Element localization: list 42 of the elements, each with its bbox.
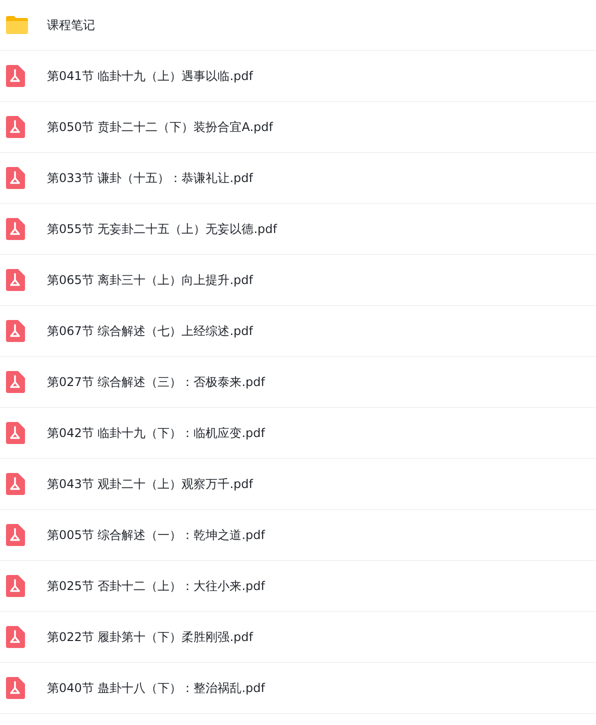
pdf-file-icon xyxy=(5,677,25,699)
pdf-file-icon xyxy=(5,218,25,240)
file-name: 第042节 临卦十九（下）：临机应变.pdf xyxy=(47,424,265,442)
pdf-file-icon xyxy=(5,167,25,189)
file-name: 第022节 履卦第十（下）柔胜刚强.pdf xyxy=(47,628,253,646)
file-row[interactable]: 第033节 谦卦（十五）：恭谦礼让.pdf xyxy=(0,153,596,204)
file-name: 课程笔记 xyxy=(47,16,95,34)
file-name: 第041节 临卦十九（上）遇事以临.pdf xyxy=(47,68,253,84)
file-name: 第050节 贲卦二十二（下）装扮合宜A.pdf xyxy=(47,118,273,136)
file-name: 第040节 蛊卦十八（下）：整治祸乱.pdf xyxy=(47,680,265,696)
pdf-file-icon xyxy=(5,422,25,444)
pdf-file-icon xyxy=(5,371,25,393)
file-row[interactable]: 第065节 离卦三十（上）向上提升.pdf xyxy=(0,255,596,306)
file-row[interactable]: 第005节 综合解述（一）：乾坤之道.pdf xyxy=(0,510,596,561)
pdf-file-icon xyxy=(5,626,25,648)
file-name: 第005节 综合解述（一）：乾坤之道.pdf xyxy=(47,526,265,544)
file-name: 第067节 综合解述（七）上经综述.pdf xyxy=(47,322,253,340)
file-row[interactable]: 第055节 无妄卦二十五（上）无妄以德.pdf xyxy=(0,204,596,255)
pdf-file-icon xyxy=(5,116,25,138)
file-row[interactable]: 第027节 综合解述（三）：否极泰来.pdf xyxy=(0,357,596,408)
file-row[interactable]: 第050节 贲卦二十二（下）装扮合宜A.pdf xyxy=(0,102,596,153)
file-name: 第065节 离卦三十（上）向上提升.pdf xyxy=(47,272,253,288)
pdf-file-icon xyxy=(5,473,25,495)
folder-icon xyxy=(5,15,29,35)
pdf-file-icon xyxy=(5,575,25,597)
file-name: 第033节 谦卦（十五）：恭谦礼让.pdf xyxy=(47,170,253,186)
pdf-file-icon xyxy=(5,524,25,546)
file-name: 第027节 综合解述（三）：否极泰来.pdf xyxy=(47,374,265,390)
file-row[interactable]: 第025节 否卦十二（上）：大往小来.pdf xyxy=(0,561,596,612)
file-row[interactable]: 第043节 观卦二十（上）观察万千.pdf xyxy=(0,459,596,510)
file-row[interactable]: 第042节 临卦十九（下）：临机应变.pdf xyxy=(0,408,596,459)
file-row[interactable]: 第022节 履卦第十（下）柔胜刚强.pdf xyxy=(0,612,596,663)
file-row[interactable]: 第067节 综合解述（七）上经综述.pdf xyxy=(0,306,596,357)
file-row[interactable]: 第040节 蛊卦十八（下）：整治祸乱.pdf xyxy=(0,663,596,714)
file-row[interactable]: 课程笔记 xyxy=(0,0,596,51)
file-name: 第025节 否卦十二（上）：大往小来.pdf xyxy=(47,578,265,594)
file-name: 第055节 无妄卦二十五（上）无妄以德.pdf xyxy=(47,220,277,238)
file-row[interactable]: 第041节 临卦十九（上）遇事以临.pdf xyxy=(0,51,596,102)
pdf-file-icon xyxy=(5,320,25,342)
file-name: 第043节 观卦二十（上）观察万千.pdf xyxy=(47,476,253,492)
pdf-file-icon xyxy=(5,65,25,87)
pdf-file-icon xyxy=(5,269,25,291)
